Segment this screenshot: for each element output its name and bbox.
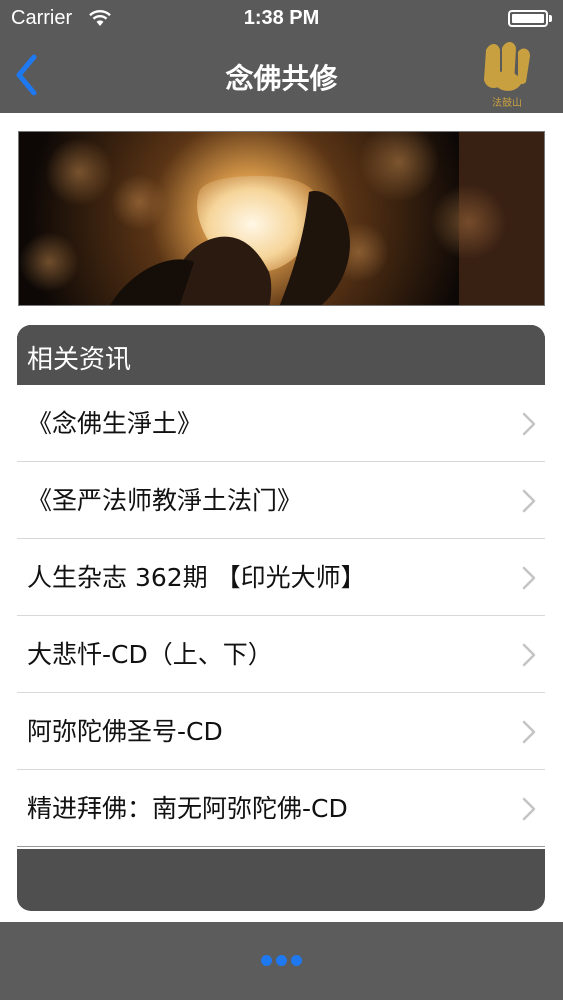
list-item[interactable]: 大悲忏-CD（上、下） bbox=[17, 616, 545, 693]
bottom-bar bbox=[0, 922, 563, 1000]
clock: 1:38 PM bbox=[243, 7, 320, 29]
list-item-label: 人生杂志 362期 【印光大师】 bbox=[27, 563, 366, 592]
chevron-right-icon bbox=[522, 797, 536, 821]
battery-tip bbox=[549, 15, 552, 22]
chevron-right-icon bbox=[522, 412, 536, 436]
list-item[interactable]: 人生杂志 362期 【印光大师】 bbox=[17, 539, 545, 616]
section-header: 相关资讯 bbox=[17, 325, 545, 385]
chevron-right-icon bbox=[522, 489, 536, 513]
related-info-panel: 相关资讯 《念佛生淨土》 《圣严法师教淨土法门》 人生杂志 362期 【印光大师… bbox=[17, 325, 545, 911]
logo-text: 法鼓山 bbox=[492, 98, 522, 109]
chevron-right-icon bbox=[522, 720, 536, 744]
candle-hands-photo bbox=[19, 132, 544, 305]
list-item-label: 大悲忏-CD（上、下） bbox=[27, 640, 273, 669]
top-bar: Carrier 1:38 PM 念佛共修 法鼓山 bbox=[0, 0, 563, 113]
chevron-right-icon bbox=[522, 566, 536, 590]
section-title: 相关资讯 bbox=[27, 345, 132, 375]
nav-bar: 念佛共修 法鼓山 bbox=[0, 38, 563, 113]
list-item[interactable]: 《念佛生淨土》 bbox=[17, 385, 545, 462]
news-list: 《念佛生淨土》 《圣严法师教淨土法门》 人生杂志 362期 【印光大师】 大悲忏… bbox=[17, 385, 545, 849]
list-item[interactable]: 精进拜佛：南无阿弥陀佛-CD bbox=[17, 770, 545, 847]
status-bar: Carrier 1:38 PM bbox=[0, 0, 563, 38]
list-item-label: 《圣严法师教淨土法门》 bbox=[27, 486, 303, 515]
list-item-label: 精进拜佛：南无阿弥陀佛-CD bbox=[27, 794, 348, 823]
more-dots-icon[interactable] bbox=[261, 955, 303, 967]
list-item[interactable]: 阿弥陀佛圣号-CD bbox=[17, 693, 545, 770]
banner-image bbox=[18, 131, 545, 306]
chevron-right-icon bbox=[522, 643, 536, 667]
list-item-label: 阿弥陀佛圣号-CD bbox=[27, 717, 223, 746]
list-item[interactable]: 《圣严法师教淨土法门》 bbox=[17, 462, 545, 539]
battery-icon bbox=[508, 10, 548, 27]
list-item-label: 《念佛生淨土》 bbox=[27, 409, 203, 438]
